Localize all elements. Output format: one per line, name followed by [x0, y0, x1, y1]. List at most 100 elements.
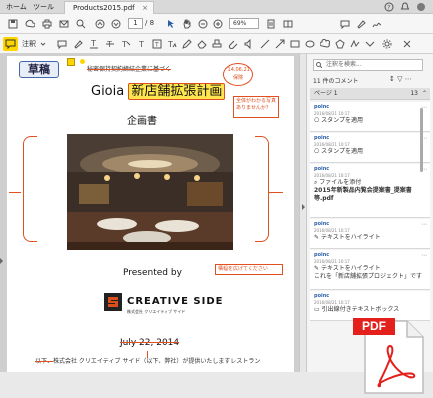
account-icon[interactable]: [416, 2, 426, 12]
draft-stamp[interactable]: 草稿: [19, 61, 59, 78]
stamp-icon[interactable]: [212, 39, 222, 49]
text-callout-icon[interactable]: T: [152, 39, 162, 49]
line-tool-icon[interactable]: [260, 39, 270, 49]
comment-tool-button[interactable]: [3, 37, 18, 51]
callout-enlarge-width[interactable]: 構幅を広げてください: [215, 264, 283, 275]
comment-text: ✎ テキストをハイライト: [314, 234, 426, 242]
replace-text-icon[interactable]: T: [121, 39, 131, 49]
document-viewport[interactable]: 草稿 秘密保持契約締結企業に基づく '14.06.21 保険 Gioia 新店舗…: [0, 54, 299, 372]
save-icon[interactable]: [8, 19, 18, 29]
pane-splitter[interactable]: [299, 54, 307, 372]
comments-page-header[interactable]: ページ 1 13 ⌃: [310, 88, 430, 100]
arrow-tool-icon[interactable]: [275, 39, 285, 49]
polyline-tool-icon[interactable]: [350, 39, 360, 49]
tab-tools[interactable]: ツール: [33, 2, 54, 12]
comment-search-input[interactable]: 注釈を検索...: [313, 59, 423, 71]
company-logo: CREATIVE SIDE 株式会社 クリエイティブ サイド: [103, 292, 222, 318]
page-down-icon[interactable]: [111, 19, 121, 29]
struck-word[interactable]: 以下、: [35, 358, 53, 365]
sticky-note-marker[interactable]: [67, 58, 75, 66]
date-stamp[interactable]: '14.06.21 保険: [223, 63, 253, 86]
print-icon[interactable]: [42, 19, 52, 29]
comment-text: ✎ テキストをハイライト: [314, 265, 426, 273]
comment-toolbar-label: 注釈: [22, 40, 36, 48]
right-arrow-mark: [269, 192, 283, 193]
insert-text-icon[interactable]: T: [167, 39, 177, 49]
highlight-pen-icon[interactable]: [356, 19, 366, 29]
tab-home[interactable]: ホーム: [6, 2, 27, 12]
close-icon[interactable]: ×: [142, 2, 148, 14]
page-up-icon[interactable]: [95, 19, 105, 29]
hand-icon[interactable]: [182, 19, 192, 29]
comment-marker[interactable]: [80, 59, 85, 64]
rectangle-tool-icon[interactable]: [290, 39, 300, 49]
body-text: 株式会社 クリエイティブ サイド（以下、弊社）が提供いたしますレストラン: [53, 358, 261, 365]
tab-document[interactable]: Products2015.pdf ×: [64, 1, 154, 14]
collapse-pane-icon[interactable]: [302, 204, 305, 210]
polygon-tool-icon[interactable]: [335, 39, 345, 49]
attached-file-name[interactable]: 2015年新製品内覧会提案書_提案書等.pdf: [314, 187, 426, 203]
zoom-in-icon[interactable]: [213, 19, 223, 29]
struck-date[interactable]: July 22, 2014: [120, 338, 179, 348]
comment-text-label: 引出線付きテキストボックス: [321, 306, 400, 313]
zoom-out-icon[interactable]: [198, 19, 208, 29]
settings-icon[interactable]: [382, 39, 392, 49]
right-bracket-mark[interactable]: [255, 136, 269, 242]
comments-scrollbar[interactable]: [420, 108, 423, 172]
read-mode-icon[interactable]: [283, 19, 293, 29]
connected-lines-icon[interactable]: [365, 39, 375, 49]
help-icon[interactable]: ?: [384, 2, 394, 12]
select-cursor-icon[interactable]: [166, 19, 176, 29]
highlighted-title[interactable]: 新店舗拡張計画: [128, 83, 226, 100]
eraser-icon[interactable]: [197, 39, 207, 49]
comment-item[interactable]: poinc 2016/08/21 10:17 ⎔ スタンプを適用 ⋯: [310, 102, 430, 132]
comment-item[interactable]: poinc 2016/08/21 10:17 ⌕ ファイルを添付 2015年新製…: [310, 164, 430, 218]
email-icon[interactable]: [59, 19, 69, 29]
comment-item[interactable]: poinc 2016/08/21 10:17 ✎ テキストをハイライト ⋯: [310, 219, 430, 249]
comment-item[interactable]: poinc 2016/08/21 10:17 ✎ テキストをハイライト これを「…: [310, 250, 430, 290]
filter-icon[interactable]: ▽: [397, 75, 402, 83]
chevron-up-icon[interactable]: ⌃: [422, 88, 427, 100]
strikethrough-text-icon[interactable]: T: [105, 39, 115, 49]
chevron-down-icon[interactable]: [38, 39, 48, 49]
left-bracket-mark[interactable]: [23, 136, 37, 242]
notification-icon[interactable]: [400, 2, 410, 12]
underline-text-icon[interactable]: T: [89, 39, 99, 49]
comment-item[interactable]: poinc 2016/08/21 10:17 ⎔ スタンプを適用 ⋯: [310, 133, 430, 163]
main-toolbar: 1 / 8 69%: [0, 14, 433, 34]
pencil-icon[interactable]: [182, 39, 192, 49]
comment-icon[interactable]: [340, 19, 350, 29]
confidential-note: 秘密保持契約締結企業に基づく: [87, 64, 171, 73]
comment-search-placeholder: 注釈を検索...: [326, 61, 362, 68]
more-options-icon[interactable]: ⋯: [421, 221, 427, 228]
comment-count: 11 件のコメント: [313, 78, 359, 85]
attach-file-icon[interactable]: [228, 39, 238, 49]
callout-photo-request[interactable]: 全体がわかる写真ありませんか？: [233, 96, 279, 118]
sort-icon[interactable]: ↕: [389, 75, 395, 83]
more-options-icon[interactable]: ⋯: [405, 75, 412, 83]
highlight-text-icon[interactable]: [73, 39, 83, 49]
fit-page-icon[interactable]: [266, 19, 276, 29]
audio-icon[interactable]: [244, 39, 254, 49]
text-box-icon[interactable]: T: [137, 39, 147, 49]
page-number-input[interactable]: 1: [128, 18, 143, 29]
oval-tool-icon[interactable]: [305, 39, 315, 49]
comment-author: poinc: [314, 252, 330, 258]
sticky-note-icon[interactable]: [57, 39, 67, 49]
comments-page-label: ページ 1: [314, 90, 338, 97]
comment-text: ⎔ スタンプを適用: [314, 117, 426, 125]
pdf-page[interactable]: 草稿 秘密保持契約締結企業に基づく '14.06.21 保険 Gioia 新店舗…: [7, 56, 294, 372]
left-arrow-mark: [9, 192, 21, 193]
comment-author: poinc: [314, 166, 330, 172]
close-comment-toolbar-icon[interactable]: [402, 39, 412, 49]
comment-author: poinc: [314, 135, 330, 141]
cloud-tool-icon[interactable]: [320, 39, 330, 49]
zoom-select[interactable]: 69%: [229, 18, 259, 29]
expand-left-pane-icon[interactable]: [0, 258, 3, 264]
pdf-logo: PDF: [345, 315, 430, 397]
search-icon[interactable]: [76, 19, 86, 29]
upload-icon[interactable]: [25, 19, 35, 29]
date-stamp-date: '14.06.21: [226, 67, 250, 73]
more-options-icon[interactable]: ⋯: [421, 252, 427, 259]
sign-icon[interactable]: [372, 19, 382, 29]
